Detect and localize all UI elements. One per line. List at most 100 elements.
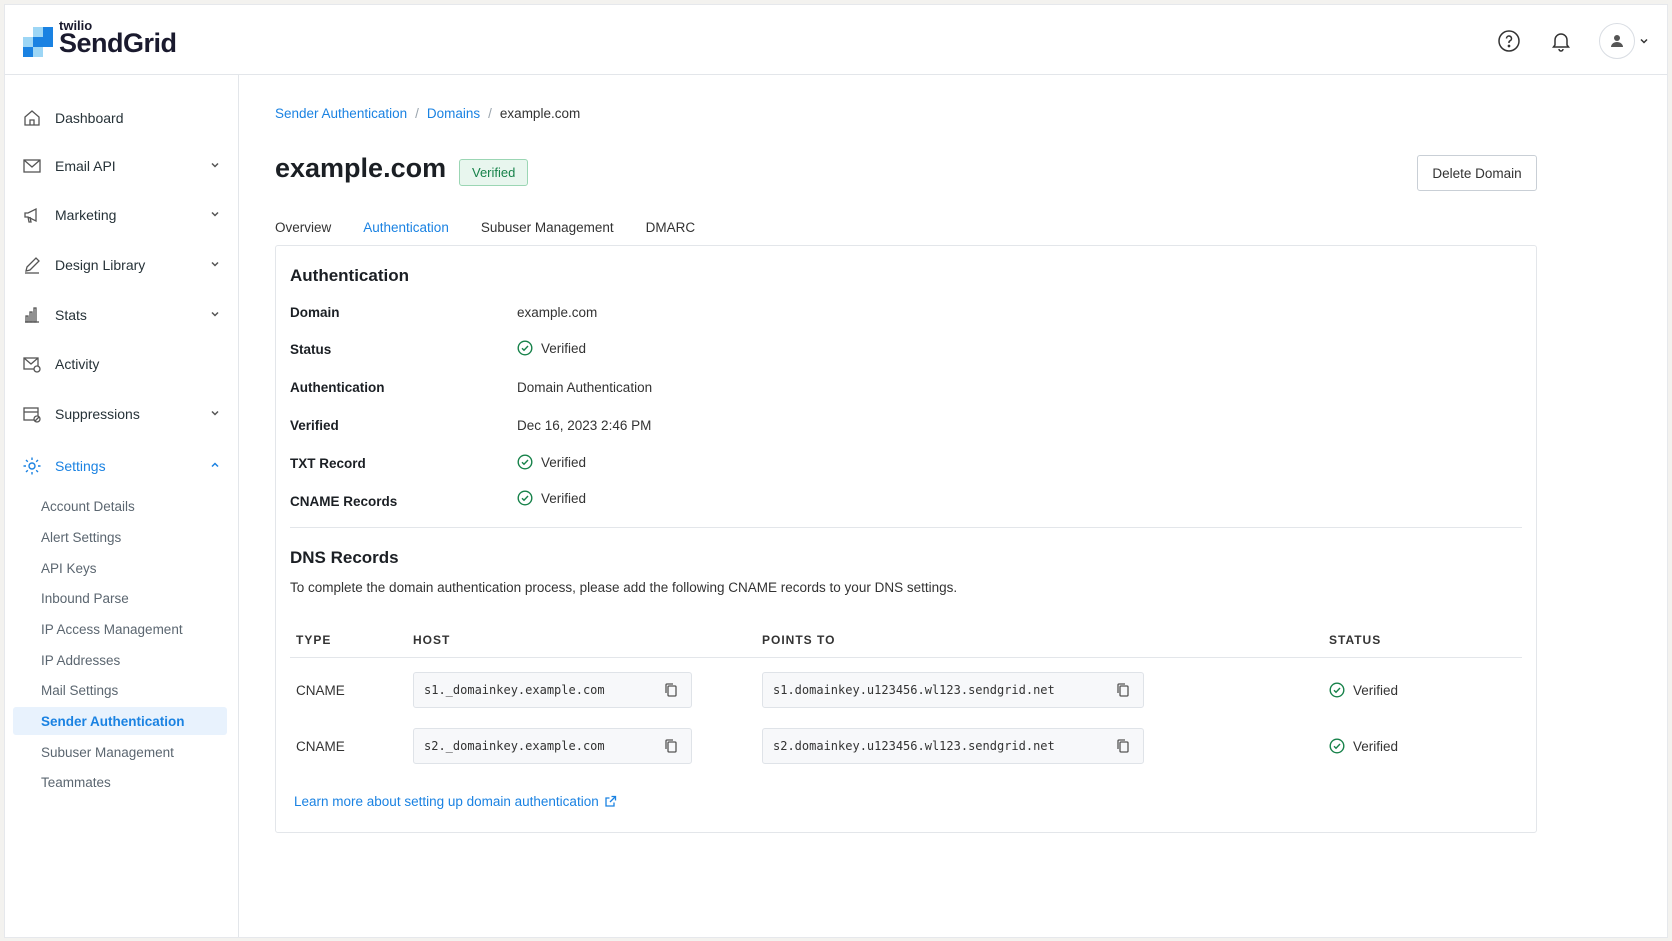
dns-row-2-points-to[interactable]: s2.domainkey.u123456.wl123.sendgrid.net xyxy=(762,728,1144,764)
top-bar: twilio SendGrid xyxy=(5,5,1667,75)
dns-row-2-type: CNAME xyxy=(296,739,345,754)
logo-sendgrid-text: SendGrid xyxy=(59,28,177,58)
chevron-down-icon xyxy=(211,261,219,267)
breadcrumb-link-sender-authentication[interactable]: Sender Authentication xyxy=(275,106,407,121)
kv-label-status: Status xyxy=(290,342,332,357)
copy-icon[interactable] xyxy=(1115,738,1131,754)
sidebar-item-suppressions[interactable]: Suppressions xyxy=(21,399,231,429)
tab-dmarc[interactable]: DMARC xyxy=(634,213,708,247)
delete-domain-button[interactable]: Delete Domain xyxy=(1417,155,1537,191)
sidebar-item-label: Settings xyxy=(55,458,106,474)
sidebar-item-dashboard[interactable]: Dashboard xyxy=(21,103,231,133)
section-divider xyxy=(290,527,1522,528)
breadcrumb: Sender Authentication / Domains / exampl… xyxy=(275,106,580,121)
account-menu[interactable] xyxy=(1599,23,1649,59)
sidebar-subitem-subuser-management[interactable]: Subuser Management xyxy=(13,738,227,766)
avatar xyxy=(1599,23,1635,59)
help-button[interactable] xyxy=(1495,27,1523,55)
sidebar-subitem-ip-access-management[interactable]: IP Access Management xyxy=(13,615,227,643)
sidebar-item-label: Dashboard xyxy=(55,110,124,126)
sidebar-item-stats[interactable]: Stats xyxy=(21,300,231,330)
sidebar-item-settings[interactable]: Settings xyxy=(21,451,231,481)
bell-icon xyxy=(1552,33,1570,52)
dns-row-1-points-to[interactable]: s1.domainkey.u123456.wl123.sendgrid.net xyxy=(762,672,1144,708)
kv-label-txt-record: TXT Record xyxy=(290,456,366,471)
dns-section-title: DNS Records xyxy=(290,548,399,567)
column-header-status: STATUS xyxy=(1329,633,1382,647)
sidebar-subitem-ip-addresses[interactable]: IP Addresses xyxy=(13,646,227,674)
dns-description: To complete the domain authentication pr… xyxy=(290,580,958,595)
sidebar: Dashboard Email API Marketing Design Lib… xyxy=(5,75,239,937)
kv-value-txt-record: Verified xyxy=(517,454,586,470)
home-icon xyxy=(24,110,40,126)
sendgrid-logo[interactable]: twilio SendGrid xyxy=(23,19,177,57)
sidebar-subitem-api-keys[interactable]: API Keys xyxy=(13,554,227,582)
calendar-block-icon xyxy=(23,407,41,423)
authentication-section-title: Authentication xyxy=(290,266,409,285)
tab-bar: Overview Authentication Subuser Manageme… xyxy=(275,213,715,247)
breadcrumb-link-domains[interactable]: Domains xyxy=(427,106,480,121)
learn-more-link[interactable]: Learn more about setting up domain authe… xyxy=(294,794,617,809)
chevron-up-icon xyxy=(211,462,219,468)
breadcrumb-separator: / xyxy=(415,106,419,121)
app-window: twilio SendGrid Dashboard Email API Mark… xyxy=(4,4,1668,938)
sidebar-item-design-library[interactable]: Design Library xyxy=(21,250,231,280)
question-circle-icon xyxy=(1498,30,1520,52)
tab-authentication[interactable]: Authentication xyxy=(351,213,461,247)
check-circle-icon xyxy=(517,490,533,506)
column-header-host: HOST xyxy=(413,633,451,647)
kv-value-status: Verified xyxy=(517,340,586,356)
kv-label-cname-records: CNAME Records xyxy=(290,494,398,509)
breadcrumb-separator: / xyxy=(488,106,492,121)
sidebar-subitem-account-details[interactable]: Account Details xyxy=(13,492,227,520)
pencil-icon xyxy=(25,257,40,274)
check-circle-icon xyxy=(517,340,533,356)
kv-label-domain: Domain xyxy=(290,305,340,320)
sidebar-item-email-api[interactable]: Email API xyxy=(21,151,231,181)
sidebar-subitem-sender-authentication[interactable]: Sender Authentication xyxy=(13,707,227,735)
sidebar-item-marketing[interactable]: Marketing xyxy=(21,200,231,230)
breadcrumb-current: example.com xyxy=(499,106,581,121)
kv-value-domain: example.com xyxy=(517,305,598,320)
gear-icon xyxy=(23,457,41,475)
chevron-down-icon xyxy=(211,162,219,168)
dns-row-1-type: CNAME xyxy=(296,683,345,698)
kv-value-cname-records: Verified xyxy=(517,490,586,506)
chevron-down-icon xyxy=(211,211,219,217)
external-link-icon xyxy=(605,795,616,807)
tab-overview[interactable]: Overview xyxy=(275,213,343,247)
copy-icon[interactable] xyxy=(663,682,679,698)
tab-subuser-management[interactable]: Subuser Management xyxy=(469,213,626,247)
copy-icon[interactable] xyxy=(1115,682,1131,698)
sidebar-subitem-alert-settings[interactable]: Alert Settings xyxy=(13,523,227,551)
kv-label-authentication: Authentication xyxy=(290,380,385,395)
sidebar-item-label: Activity xyxy=(55,356,100,372)
check-circle-icon xyxy=(517,454,533,470)
column-header-points-to: POINTS TO xyxy=(762,633,836,647)
status-badge: Verified xyxy=(459,159,529,186)
column-header-type: TYPE xyxy=(296,633,332,647)
dns-row-2-status: Verified xyxy=(1329,738,1398,754)
chevron-down-icon xyxy=(211,410,219,416)
sidebar-item-activity[interactable]: Activity xyxy=(21,349,231,379)
kv-label-verified: Verified xyxy=(290,418,339,433)
page-title: example.com xyxy=(275,153,447,183)
notifications-button[interactable] xyxy=(1547,27,1575,55)
sidebar-item-label: Marketing xyxy=(55,207,117,223)
sidebar-subitem-inbound-parse[interactable]: Inbound Parse xyxy=(13,584,227,612)
dns-row-1-host[interactable]: s1._domainkey.example.com xyxy=(413,672,692,708)
check-circle-icon xyxy=(1329,738,1345,754)
check-circle-icon xyxy=(1329,682,1345,698)
bar-chart-icon xyxy=(25,307,39,323)
table-header-divider xyxy=(290,657,1522,658)
copy-icon[interactable] xyxy=(663,738,679,754)
kv-value-authentication: Domain Authentication xyxy=(517,380,653,395)
sidebar-item-label: Design Library xyxy=(55,257,146,273)
sidebar-item-label: Suppressions xyxy=(55,406,140,422)
sidebar-item-label: Stats xyxy=(55,307,87,323)
dns-row-2-host[interactable]: s2._domainkey.example.com xyxy=(413,728,692,764)
sidebar-item-label: Email API xyxy=(55,158,116,174)
sidebar-subitem-teammates[interactable]: Teammates xyxy=(13,768,227,796)
sidebar-subitem-mail-settings[interactable]: Mail Settings xyxy=(13,676,227,704)
chevron-down-icon xyxy=(1640,38,1648,44)
